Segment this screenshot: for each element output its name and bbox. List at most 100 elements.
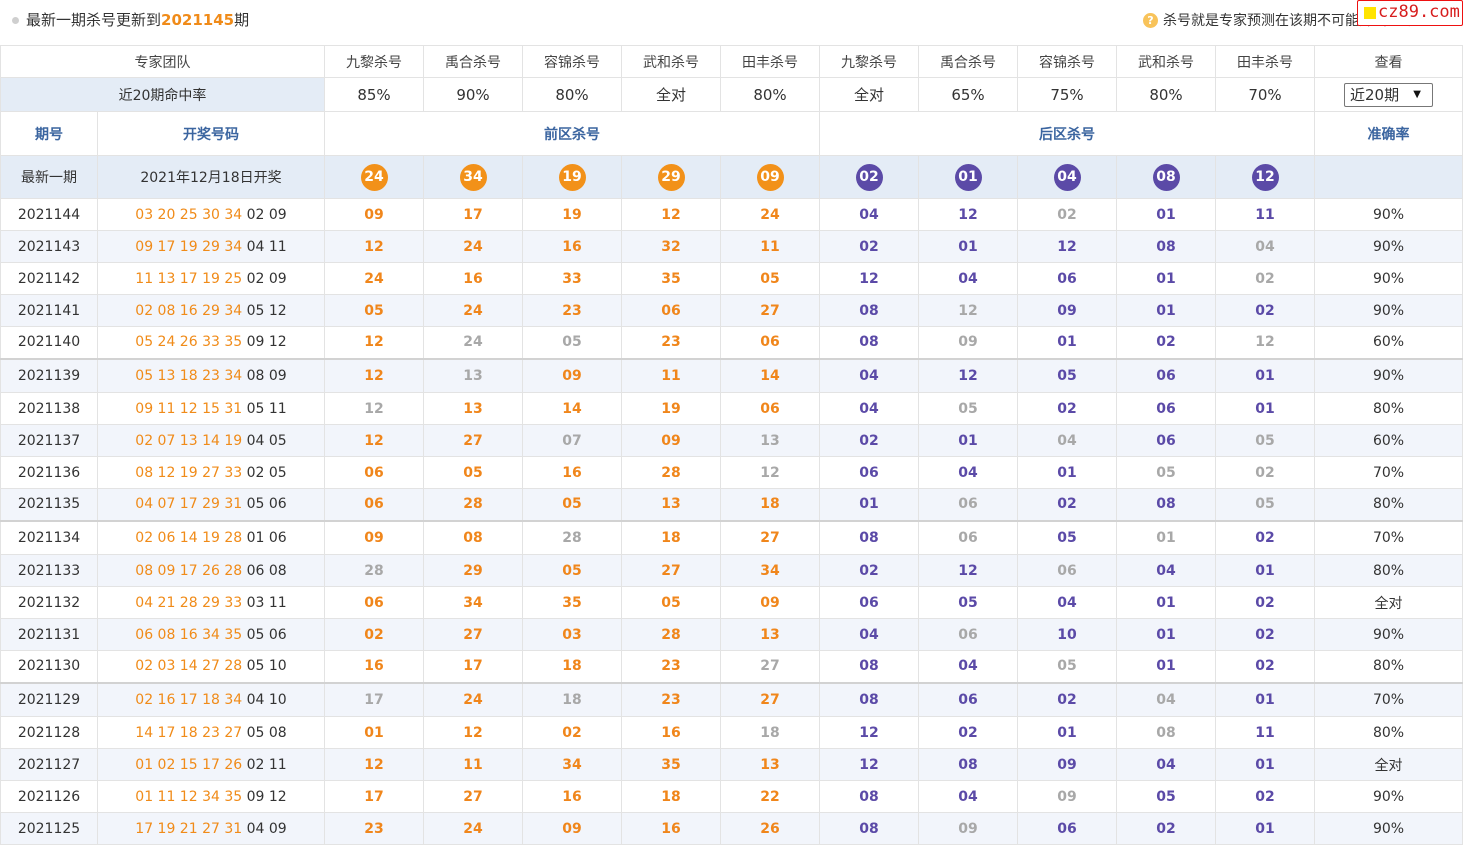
draw-front-numbers: 02 08 16 29 34 (135, 302, 243, 319)
draw-back-numbers: 05 06 (246, 496, 287, 513)
hit-rate: 80% (522, 77, 622, 112)
back-ball: 02 (855, 163, 883, 191)
front-kill-number: 24 (423, 230, 523, 263)
table-row: 2021135 04 07 17 29 31 05 06 06 28 05 13 18 01 0… (0, 488, 1463, 521)
draw-front-numbers: 14 17 18 23 27 (135, 724, 243, 741)
back-kill-number: 02 (1215, 294, 1315, 327)
back-kill-number: 04 (1017, 586, 1117, 619)
back-kill-number: 08 (819, 780, 919, 813)
draw-numbers: 01 02 15 17 26 02 11 (97, 748, 325, 781)
table-row: 2021128 14 17 18 23 27 05 08 01 12 02 16 18 12 0… (0, 716, 1463, 749)
back-kill-number: 01 (1116, 198, 1216, 231)
back-kill-number: 04 (918, 650, 1018, 683)
back-kill-number: 08 (819, 326, 919, 359)
front-kill-number: 05 (324, 294, 424, 327)
back-ball: 08 (1152, 163, 1180, 191)
back-kill-number: 02 (1215, 586, 1315, 619)
front-kill-number: 14 (522, 392, 622, 425)
back-kill-number: 04 (819, 618, 919, 651)
draw-front-numbers: 08 09 17 26 28 (135, 562, 243, 579)
draw-numbers: 04 21 28 29 33 03 11 (97, 586, 325, 619)
back-kill-number: 02 (1215, 262, 1315, 295)
front-kill-number: 18 (720, 488, 820, 521)
issue-number: 2021138 (0, 392, 98, 425)
issue-number: 2021133 (0, 554, 98, 587)
table-row: 2021132 04 21 28 29 33 03 11 06 34 35 05 09 06 0… (0, 586, 1463, 619)
latest-back-cell: 02 (819, 155, 919, 199)
front-kill-number: 13 (720, 424, 820, 457)
table-row: 2021138 09 11 12 15 31 05 11 12 13 14 19 06 04 0… (0, 392, 1463, 425)
accuracy-value: 60% (1314, 424, 1463, 457)
back-kill-number: 01 (819, 488, 919, 521)
back-ball: 01 (954, 163, 982, 191)
latest-date: 2021年12月18日开奖 (97, 155, 325, 199)
draw-numbers: 02 16 17 18 34 04 10 (97, 681, 325, 717)
back-kill-number: 05 (918, 392, 1018, 425)
back-kill-number: 06 (1116, 424, 1216, 457)
back-kill-number: 08 (1116, 716, 1216, 749)
issue-number: 2021129 (0, 681, 98, 717)
expert-team-label: 专家团队 (0, 45, 325, 78)
front-kill-number: 28 (324, 554, 424, 587)
latest-accuracy (1314, 155, 1463, 199)
back-ball: 12 (1251, 163, 1279, 191)
draw-front-numbers: 03 20 25 30 34 (135, 206, 243, 223)
front-kill-number: 05 (522, 554, 622, 587)
issue-number: 2021142 (0, 262, 98, 295)
issue-number: 2021128 (0, 716, 98, 749)
question-icon: ? (1143, 13, 1158, 28)
accuracy-value: 80% (1314, 716, 1463, 749)
back-kill-number: 04 (918, 262, 1018, 295)
back-kill-number: 01 (1215, 392, 1315, 425)
issue-number: 2021130 (0, 650, 98, 683)
logo-square-icon (1364, 7, 1376, 19)
latest-back-cell: 04 (1017, 155, 1117, 199)
back-kill-number: 08 (819, 812, 919, 845)
headline-suffix: 期 (234, 11, 250, 29)
accuracy-value: 90% (1314, 262, 1463, 295)
back-kill-number: 01 (1215, 681, 1315, 717)
accuracy-value: 80% (1314, 554, 1463, 587)
expert-name: 九黎杀号 (819, 45, 919, 78)
table-row: 2021139 05 13 18 23 34 08 09 12 13 09 11 14 04 1… (0, 357, 1463, 393)
top-bar: 最新一期杀号更新到2021145期 ? 杀号就是专家预测在该期不可能开出的号码 c… (0, 0, 1463, 44)
draw-numbers: 08 09 17 26 28 06 08 (97, 554, 325, 587)
front-kill-number: 16 (522, 230, 622, 263)
back-kill-number: 01 (1017, 456, 1117, 489)
front-kill-number: 35 (522, 586, 622, 619)
table-row: 2021130 02 03 14 27 28 05 10 16 17 18 23 27 08 0… (0, 650, 1463, 683)
front-kill-number: 18 (720, 716, 820, 749)
accuracy-value: 全对 (1314, 586, 1463, 619)
expert-name: 田丰杀号 (1215, 45, 1315, 78)
issue-number: 2021143 (0, 230, 98, 263)
front-kill-number: 05 (423, 456, 523, 489)
front-kill-number: 23 (522, 294, 622, 327)
back-kill-number: 02 (918, 716, 1018, 749)
expert-name: 九黎杀号 (324, 45, 424, 78)
expert-name: 武和杀号 (621, 45, 721, 78)
front-kill-number: 17 (423, 198, 523, 231)
draw-back-numbers: 02 05 (246, 464, 287, 481)
draw-numbers: 02 07 13 14 19 04 05 (97, 424, 325, 457)
draw-front-numbers: 05 13 18 23 34 (135, 367, 243, 384)
hit-rate: 90% (423, 77, 523, 112)
table-row: 2021126 01 11 12 34 35 09 12 17 27 16 18 22 08 0… (0, 780, 1463, 813)
hit-rate: 80% (720, 77, 820, 112)
back-kill-number: 01 (1116, 618, 1216, 651)
back-kill-number: 02 (1215, 650, 1315, 683)
period-select[interactable]: 近20期 ▼ (1344, 82, 1433, 107)
front-kill-number: 06 (324, 586, 424, 619)
back-kill-number: 08 (819, 681, 919, 717)
back-kill-number: 05 (1017, 357, 1117, 393)
site-logo[interactable]: cz89.com (1357, 0, 1463, 26)
back-kill-number: 06 (1017, 554, 1117, 587)
back-kill-number: 02 (1017, 198, 1117, 231)
view-label: 查看 (1314, 45, 1463, 78)
back-kill-number: 12 (819, 716, 919, 749)
hit-rate: 85% (324, 77, 424, 112)
front-kill-number: 05 (522, 488, 622, 521)
table-row: 2021143 09 17 19 29 34 04 11 12 24 16 32 11 02 0… (0, 230, 1463, 263)
draw-front-numbers: 05 24 26 33 35 (135, 334, 243, 351)
hit-rate: 80% (1116, 77, 1216, 112)
front-kill-number: 11 (423, 748, 523, 781)
